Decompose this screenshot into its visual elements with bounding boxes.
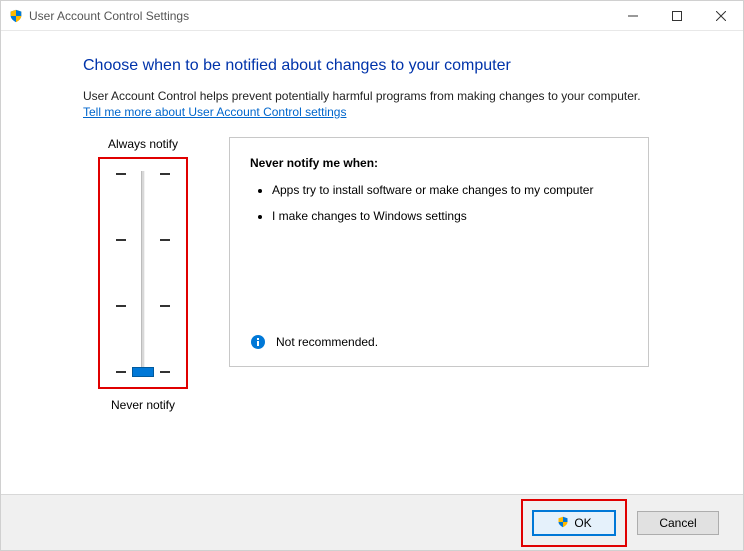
panel-bullet-list: Apps try to install software or make cha… [250,182,628,224]
ok-button-label: OK [574,516,591,530]
notification-detail-panel: Never notify me when: Apps try to instal… [229,137,649,367]
ok-highlight-box: OK [521,499,627,547]
description-text: User Account Control helps prevent poten… [83,89,715,103]
shield-icon [9,9,23,23]
close-button[interactable] [699,1,743,30]
maximize-button[interactable] [655,1,699,30]
slider-thumb[interactable] [132,367,154,377]
slider-tick [108,173,178,175]
slider-highlight-box [98,157,188,389]
window-title: User Account Control Settings [29,9,611,23]
shield-icon [556,516,570,530]
panel-title: Never notify me when: [250,156,628,170]
slider-area: Always notify Never notify Never notify … [83,137,715,412]
cancel-button[interactable]: Cancel [637,511,719,535]
ok-button[interactable]: OK [533,511,615,535]
info-icon [250,334,266,350]
panel-bullet-item: I make changes to Windows settings [272,208,628,224]
slider-track [141,171,145,375]
slider-top-label: Always notify [83,137,203,151]
content-area: Choose when to be notified about changes… [1,31,743,412]
titlebar: User Account Control Settings [1,1,743,31]
slider-tick [108,239,178,241]
panel-footer-text: Not recommended. [276,335,378,349]
footer-bar: OK Cancel [1,494,743,550]
slider-bottom-label: Never notify [83,398,203,412]
page-heading: Choose when to be notified about changes… [83,57,715,75]
slider-tick [108,305,178,307]
slider-column: Always notify Never notify [83,137,203,412]
cancel-button-label: Cancel [659,516,696,530]
window-controls [611,1,743,30]
notification-level-slider[interactable] [108,163,178,383]
minimize-button[interactable] [611,1,655,30]
panel-bullet-item: Apps try to install software or make cha… [272,182,628,198]
help-link[interactable]: Tell me more about User Account Control … [83,105,346,119]
panel-footer: Not recommended. [250,334,378,350]
